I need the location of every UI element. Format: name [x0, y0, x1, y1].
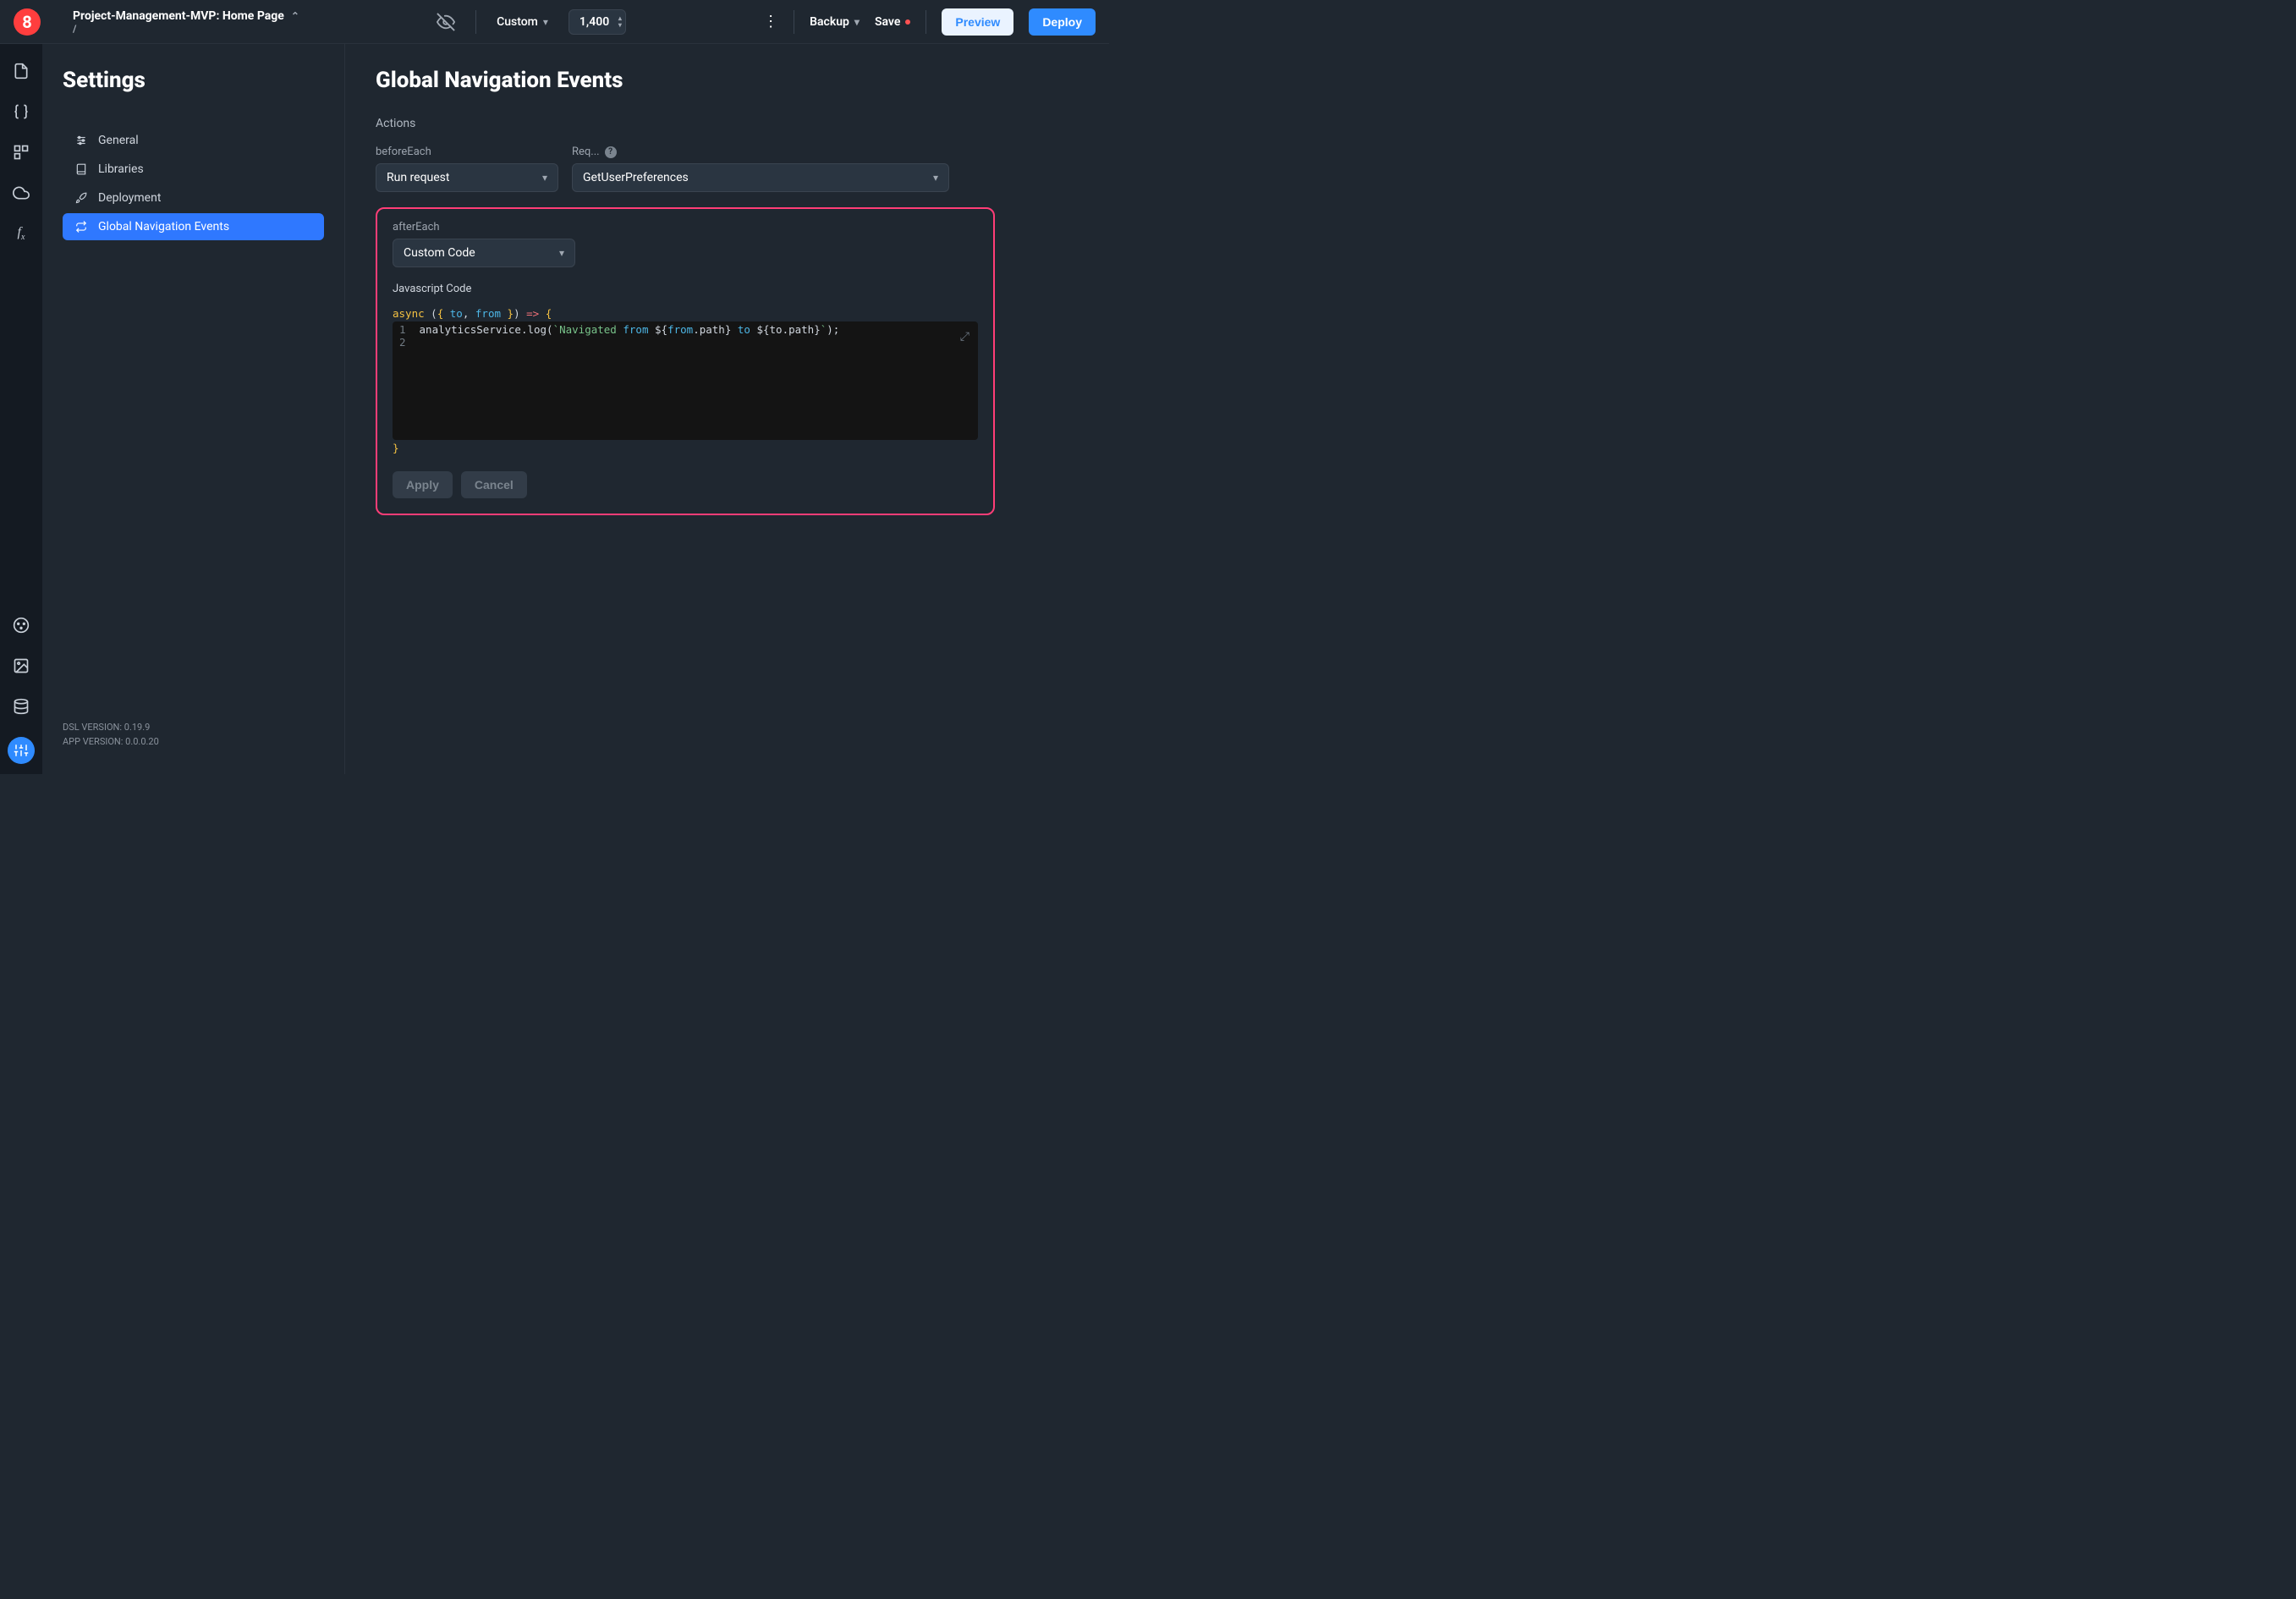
cancel-button[interactable]: Cancel [461, 471, 527, 498]
code-editor[interactable]: ⤢ 1 2 analyticsService.log(`Navigated fr… [393, 321, 978, 440]
sidebar-item-global-nav-events[interactable]: Global Navigation Events [63, 213, 324, 240]
sidebar-item-general[interactable]: General [63, 127, 324, 154]
chevron-down-icon: ▾ [933, 172, 938, 184]
image-icon[interactable] [11, 656, 31, 676]
chevron-down-icon: ▾ [854, 16, 860, 28]
visibility-off-icon[interactable] [437, 13, 455, 31]
js-code-label: Javascript Code [393, 283, 978, 295]
page-title: Global Navigation Events [376, 68, 1079, 93]
code-block: async ({ to, from }) => { ⤢ 1 2 analytic… [393, 305, 978, 456]
more-menu-icon[interactable]: ⋮ [763, 13, 778, 30]
app-logo: 8 [14, 8, 41, 36]
rocket-icon [74, 191, 88, 205]
project-title: Project-Management-MVP: Home Page [73, 9, 284, 23]
help-icon[interactable]: ? [605, 146, 617, 158]
swap-icon [74, 220, 88, 234]
cloud-icon[interactable] [11, 183, 31, 203]
app-version: APP VERSION: 0.0.0.20 [63, 736, 324, 747]
page-icon[interactable] [11, 61, 31, 81]
request-select[interactable]: GetUserPreferences ▾ [572, 163, 949, 192]
sidebar-item-label: Global Navigation Events [98, 220, 229, 234]
beforeeach-label: beforeEach [376, 146, 558, 158]
aftereach-label: afterEach [393, 221, 978, 234]
library-icon [74, 162, 88, 176]
breadcrumb: / [73, 23, 299, 35]
sidebar-item-label: General [98, 134, 139, 147]
aftereach-section: afterEach Custom Code ▾ Javascript Code … [376, 207, 995, 515]
actions-label: Actions [376, 117, 1079, 130]
chevron-down-icon: ▾ [542, 172, 547, 184]
chevron-down-icon: ▾ [559, 247, 564, 259]
sidebar-item-label: Deployment [98, 191, 161, 205]
dsl-version: DSL VERSION: 0.19.9 [63, 722, 324, 733]
database-icon[interactable] [11, 696, 31, 717]
width-input[interactable]: 1,400 ▴ ▾ [569, 9, 626, 35]
settings-badge-icon[interactable] [8, 737, 35, 764]
sidebar-item-label: Libraries [98, 162, 144, 176]
theme-icon[interactable] [11, 615, 31, 635]
apply-button[interactable]: Apply [393, 471, 453, 498]
sliders-icon [74, 134, 88, 147]
zoom-select[interactable]: Custom ▾ [497, 15, 548, 29]
function-icon[interactable]: fx [11, 223, 31, 244]
sidebar-item-libraries[interactable]: Libraries [63, 156, 324, 183]
components-icon[interactable] [11, 142, 31, 162]
top-header: 8 Project-Management-MVP: Home Page ⌃ / … [0, 0, 1109, 44]
settings-sidebar: Settings General Libraries Deployment Gl… [42, 44, 345, 774]
sidebar-item-deployment[interactable]: Deployment [63, 184, 324, 212]
request-label: Req... ? [572, 146, 949, 158]
chevron-up-icon[interactable]: ⌃ [291, 10, 299, 22]
content-panel: Global Navigation Events Actions beforeE… [345, 44, 1109, 774]
settings-title: Settings [63, 68, 324, 93]
braces-icon[interactable] [11, 102, 31, 122]
expand-icon[interactable]: ⤢ [960, 330, 969, 343]
beforeeach-select[interactable]: Run request ▾ [376, 163, 558, 192]
backup-button[interactable]: Backup ▾ [810, 15, 860, 29]
deploy-button[interactable]: Deploy [1029, 8, 1096, 36]
unsaved-dot-icon [905, 19, 910, 25]
aftereach-select[interactable]: Custom Code ▾ [393, 239, 575, 267]
preview-button[interactable]: Preview [942, 8, 1013, 36]
save-button[interactable]: Save [875, 15, 910, 29]
stepper-down-icon[interactable]: ▾ [618, 22, 622, 29]
chevron-down-icon: ▾ [543, 16, 548, 28]
icon-rail: fx [0, 44, 42, 774]
